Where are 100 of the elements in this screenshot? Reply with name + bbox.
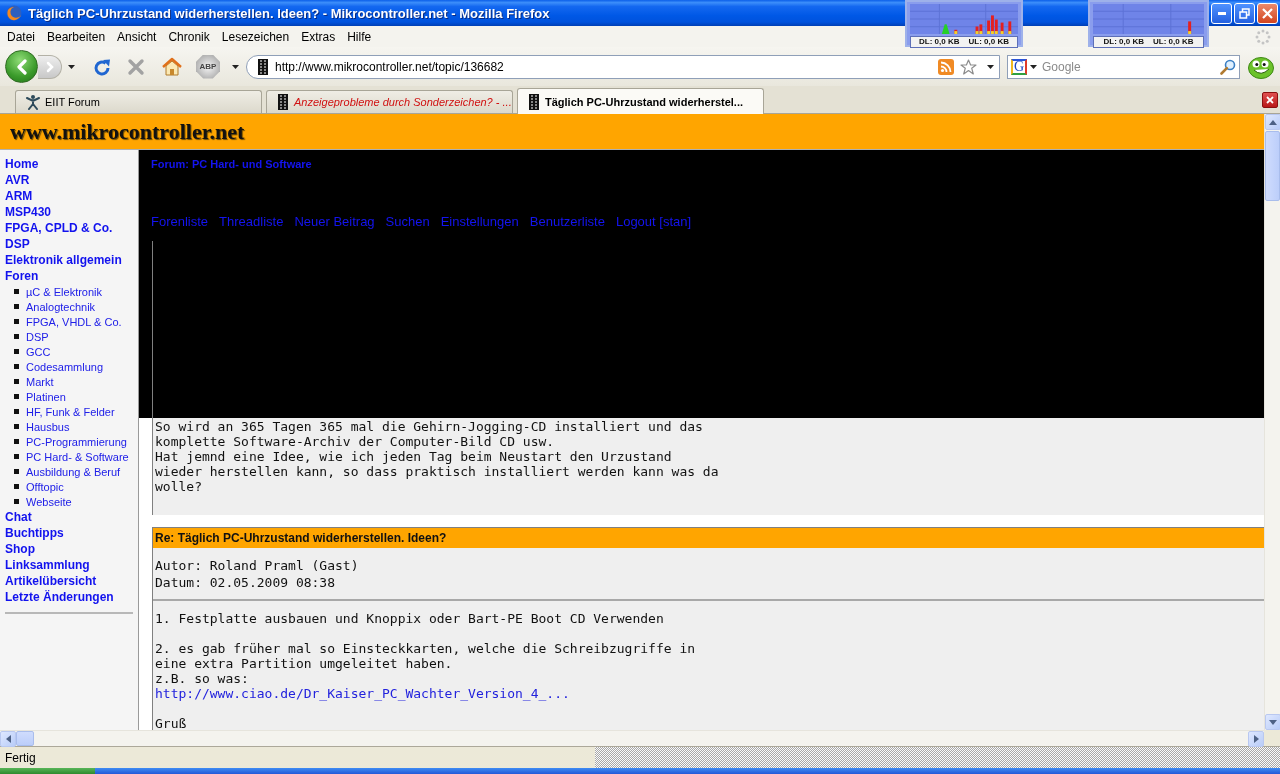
- post-text: Gruß: [155, 716, 187, 730]
- close-icon: [1262, 7, 1273, 19]
- forum-link[interactable]: FPGA, VHDL & Co.: [26, 315, 122, 328]
- sidebar-link[interactable]: Buchtipps: [5, 525, 64, 541]
- bullet-icon: [14, 349, 19, 354]
- back-button[interactable]: [5, 50, 38, 83]
- search-icon[interactable]: [1220, 58, 1236, 75]
- address-bar[interactable]: http://www.mikrocontroller.net/topic/136682: [246, 54, 1000, 79]
- forum-link[interactable]: Webseite: [26, 495, 72, 508]
- caret-down-icon: [67, 64, 75, 69]
- forum-link[interactable]: Platinen: [26, 390, 66, 403]
- menu-item[interactable]: Datei: [1, 27, 41, 46]
- bullet-icon: [14, 289, 19, 294]
- menu-item[interactable]: Ansicht: [111, 27, 163, 46]
- upload-rate: UL: 0,0 KB: [1153, 37, 1194, 47]
- app-icon: [6, 5, 22, 21]
- post-text: 2. es gab früher mal so Einsteckkarten, welche die Schreibzugriffe in eine extra Partition umgeleitet haben. z.B. so was: http://www.ciao.de/Dr_Kaiser_PC_Wachter_Version_4_...: [155, 641, 696, 701]
- scrollbar-thumb[interactable]: [1265, 131, 1280, 201]
- forum-link[interactable]: HF, Funk & Felder: [26, 405, 115, 418]
- scroll-left-button[interactable]: [0, 731, 16, 747]
- forum-link[interactable]: Hausbus: [26, 420, 70, 433]
- start-button[interactable]: [0, 768, 95, 774]
- arrow-down-icon: [1269, 719, 1277, 725]
- forum-link[interactable]: GCC: [26, 345, 51, 358]
- sidebar-link[interactable]: AVR: [5, 172, 30, 188]
- stop-icon: [127, 57, 145, 76]
- sidebar-link[interactable]: Linksammlung: [5, 557, 90, 573]
- arrow-left-icon: [5, 735, 11, 743]
- arrow-up-icon: [1269, 119, 1277, 125]
- bullet-icon: [14, 304, 19, 309]
- bullet-icon: [14, 379, 19, 384]
- forum-link[interactable]: Ausbildung & Beruf: [26, 465, 121, 478]
- window-title: Täglich PC-Uhrzustand widerherstellen. Ideen? - Mikrocontroller.net - Mozilla Firefox: [28, 5, 550, 21]
- scroll-up-button[interactable]: [1265, 114, 1280, 130]
- close-icon: [1266, 96, 1274, 104]
- bullet-icon: [14, 469, 19, 474]
- bullet-icon: [14, 454, 19, 459]
- sidebar-link[interactable]: ARM: [5, 188, 33, 204]
- tab[interactable]: Täglich PC-Uhrzustand widerherstel...: [517, 88, 764, 114]
- bullet-icon: [14, 439, 19, 444]
- chip-icon: [529, 93, 539, 110]
- bullet-icon: [14, 484, 19, 489]
- sidebar-link[interactable]: Foren: [5, 268, 39, 284]
- sidebar-link[interactable]: Home: [5, 156, 39, 172]
- post-text: 1. Festplatte ausbauen und Knoppix oder Bart-PE Boot CD Verwenden: [155, 611, 664, 626]
- menu-item[interactable]: Bearbeiten: [41, 27, 112, 46]
- sidebar-link[interactable]: Chat: [5, 509, 32, 525]
- forum-link[interactable]: PC Hard- & Software: [26, 450, 129, 463]
- minimize-button[interactable]: [1211, 2, 1232, 24]
- chip-icon: [278, 94, 288, 110]
- url-text: http://www.mikrocontroller.net/topic/136682: [275, 59, 505, 74]
- post-date: Datum: 02.05.2009 08:38: [155, 574, 335, 591]
- site-title: www.mikrocontroller.net: [10, 118, 245, 145]
- sidebar-link[interactable]: Artikelübersicht: [5, 573, 97, 589]
- restore-button[interactable]: [1234, 2, 1255, 24]
- close-button[interactable]: [1257, 2, 1278, 24]
- caret-down-icon[interactable]: [1030, 64, 1037, 69]
- forum-link[interactable]: Markt: [26, 375, 54, 388]
- sidebar-link[interactable]: FPGA, CPLD & Co.: [5, 220, 113, 236]
- download-rate: DL: 0,0 KB: [1103, 37, 1144, 47]
- star-icon[interactable]: [960, 58, 977, 75]
- forum-link[interactable]: PC-Programmierung: [26, 435, 127, 448]
- restore-icon: [1239, 7, 1250, 19]
- post-link[interactable]: http://www.ciao.de/Dr_Kaiser_PC_Wachter_Version_4_...: [155, 686, 570, 701]
- forum-link[interactable]: Analogtechnik: [26, 300, 96, 313]
- minimize-icon: [1217, 11, 1226, 15]
- caret-down-icon: [986, 64, 994, 69]
- scroll-down-button[interactable]: [1265, 714, 1280, 730]
- loading-spinner-icon: [1255, 28, 1271, 45]
- search-field[interactable]: G Google: [1007, 54, 1240, 79]
- bullet-icon: [14, 334, 19, 339]
- menu-item[interactable]: Chronik: [162, 27, 216, 46]
- home-icon: [162, 57, 182, 76]
- sidebar-link[interactable]: Letzte Änderungen: [5, 589, 114, 605]
- forum-link[interactable]: Codesammlung: [26, 360, 104, 373]
- scroll-right-button[interactable]: [1248, 731, 1264, 747]
- search-engine-button[interactable]: G: [1011, 58, 1027, 75]
- post-subject: Re: Täglich PC-Uhrzustand widerherstellen. Ideen?: [153, 528, 1264, 548]
- sidebar-link[interactable]: Shop: [5, 541, 35, 557]
- bullet-icon: [14, 319, 19, 324]
- forum-link[interactable]: Offtopic: [26, 480, 64, 493]
- bullet-icon: [14, 364, 19, 369]
- sidebar-link[interactable]: MSP430: [5, 204, 52, 220]
- bullet-icon: [14, 499, 19, 504]
- sidebar-link[interactable]: Elektronik allgemein: [5, 252, 122, 268]
- sidebar-link[interactable]: DSP: [5, 236, 30, 252]
- post-text: So wird an 365 Tagen 365 mal die Gehirn-Jogging-CD installiert und das komplette Software-Archiv der Computer-Bild CD usw. Hat jemnd eine Idee, wie ich jeden Tag beim Neustart den Urzustand wieder herstellen kann, so dass praktisch installiert werden kann was da wolle?: [155, 419, 719, 494]
- forum-link[interactable]: DSP: [26, 330, 49, 343]
- close-tab-button[interactable]: [1262, 92, 1278, 108]
- bullet-icon: [14, 424, 19, 429]
- adblock-button[interactable]: ABP: [196, 54, 220, 79]
- menu-item[interactable]: Hilfe: [341, 27, 378, 46]
- post-author: Autor: Roland Praml (Gast): [155, 557, 359, 574]
- forum-link[interactable]: µC & Elektronik: [26, 285, 103, 298]
- bullet-icon: [14, 409, 19, 414]
- tab[interactable]: Anzeigeprobleme durch Sonderzeichen? - ...: [266, 90, 513, 113]
- menu-item[interactable]: Lesezeichen: [215, 27, 296, 46]
- tab[interactable]: EIIT Forum: [15, 90, 262, 113]
- scrollbar-thumb[interactable]: [16, 731, 34, 746]
- menu-item[interactable]: Extras: [295, 27, 342, 46]
